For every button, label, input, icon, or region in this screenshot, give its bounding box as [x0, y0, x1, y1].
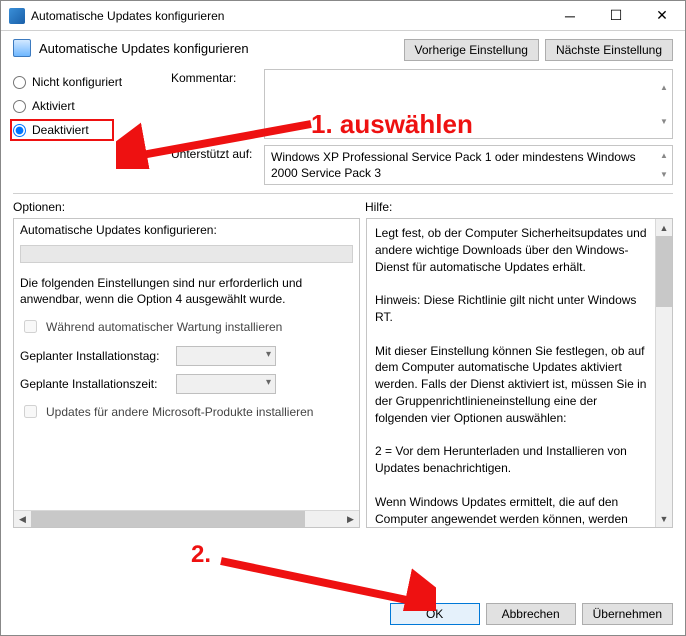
spin-down-icon[interactable]: ▼	[656, 104, 672, 138]
main-area: Nicht konfiguriert Aktiviert Deaktiviert…	[1, 61, 685, 528]
supported-label: Unterstützt auf:	[171, 145, 256, 161]
comment-row: Kommentar: ▲ ▼	[171, 69, 673, 139]
radio-disabled[interactable]: Deaktiviert	[13, 123, 163, 137]
radio-not-configured-input[interactable]	[13, 76, 26, 89]
spin-down-icon[interactable]: ▼	[656, 165, 672, 184]
help-header: Hilfe:	[365, 200, 392, 214]
chk-maintenance-label: Während automatischer Wartung installier…	[46, 320, 282, 334]
radio-disabled-label: Deaktiviert	[32, 123, 89, 137]
supported-spin[interactable]: ▲ ▼	[656, 146, 672, 184]
options-note: Die folgenden Einstellungen sind nur erf…	[20, 275, 353, 307]
radio-enabled-label: Aktiviert	[32, 99, 75, 113]
window-title: Automatische Updates konfigurieren	[31, 9, 547, 23]
chk-other-ms-input[interactable]	[24, 405, 37, 418]
radio-not-configured[interactable]: Nicht konfiguriert	[13, 75, 163, 89]
options-title: Automatische Updates konfigurieren:	[20, 223, 353, 237]
apply-button[interactable]: Übernehmen	[582, 603, 673, 625]
cancel-button[interactable]: Abbrechen	[486, 603, 576, 625]
supported-text: Windows XP Professional Service Pack 1 o…	[271, 150, 636, 180]
comment-spin[interactable]: ▲ ▼	[656, 70, 672, 138]
options-h-scrollbar[interactable]: ◀ ▶	[14, 510, 359, 527]
maximize-button[interactable]: ☐	[593, 1, 639, 30]
row-install-time: Geplante Installationszeit:	[20, 374, 353, 394]
window-controls: ─ ☐ ✕	[547, 1, 685, 30]
scroll-down-icon[interactable]: ▼	[656, 510, 672, 527]
install-day-label: Geplanter Installationstag:	[20, 349, 170, 363]
prev-setting-button[interactable]: Vorherige Einstellung	[404, 39, 539, 61]
help-pane: Legt fest, ob der Computer Sicherheitsup…	[366, 218, 673, 528]
scroll-track[interactable]	[656, 236, 672, 510]
install-day-dropdown[interactable]	[176, 346, 276, 366]
radio-enabled-input[interactable]	[13, 100, 26, 113]
scroll-thumb[interactable]	[31, 511, 305, 527]
install-time-label: Geplante Installationszeit:	[20, 377, 170, 391]
chk-maintenance-input[interactable]	[24, 320, 37, 333]
help-v-scrollbar[interactable]: ▲ ▼	[655, 219, 672, 527]
scroll-thumb[interactable]	[656, 236, 672, 307]
upper-panel: Nicht konfiguriert Aktiviert Deaktiviert…	[13, 69, 673, 185]
titlebar: Automatische Updates konfigurieren ─ ☐ ✕	[1, 1, 685, 31]
policy-header: Automatische Updates konfigurieren Vorhe…	[1, 31, 685, 61]
options-pane: Automatische Updates konfigurieren: Die …	[13, 218, 360, 528]
options-content: Automatische Updates konfigurieren: Die …	[14, 219, 359, 510]
lower-panel: Automatische Updates konfigurieren: Die …	[13, 218, 673, 528]
scroll-right-icon[interactable]: ▶	[342, 511, 359, 527]
state-radio-group: Nicht konfiguriert Aktiviert Deaktiviert	[13, 69, 163, 185]
ok-button[interactable]: OK	[390, 603, 480, 625]
nav-buttons: Vorherige Einstellung Nächste Einstellun…	[404, 39, 673, 61]
comment-textbox[interactable]: ▲ ▼	[264, 69, 673, 139]
supported-textbox: Windows XP Professional Service Pack 1 o…	[264, 145, 673, 185]
scroll-up-icon[interactable]: ▲	[656, 219, 672, 236]
next-setting-button[interactable]: Nächste Einstellung	[545, 39, 673, 61]
help-text: Legt fest, ob der Computer Sicherheitsup…	[367, 219, 655, 527]
radio-not-configured-label: Nicht konfiguriert	[32, 75, 122, 89]
scroll-left-icon[interactable]: ◀	[14, 511, 31, 527]
supported-row: Unterstützt auf: Windows XP Professional…	[171, 145, 673, 185]
lower-headers: Optionen: Hilfe:	[13, 200, 673, 214]
annotation-step2-text: 2.	[191, 541, 211, 569]
radio-enabled[interactable]: Aktiviert	[13, 99, 163, 113]
minimize-button[interactable]: ─	[547, 1, 593, 30]
row-install-day: Geplanter Installationstag:	[20, 346, 353, 366]
options-combo-disabled	[20, 245, 353, 263]
upper-right-col: Kommentar: ▲ ▼ Unterstützt auf: Windows …	[171, 69, 673, 185]
radio-disabled-input[interactable]	[13, 124, 26, 137]
spin-up-icon[interactable]: ▲	[656, 70, 672, 104]
dialog-footer: OK Abbrechen Übernehmen	[1, 595, 685, 635]
chk-other-ms[interactable]: Updates für andere Microsoft-Produkte in…	[20, 402, 353, 421]
scroll-track[interactable]	[31, 511, 342, 527]
policy-icon	[13, 39, 31, 57]
policy-app-icon	[9, 8, 25, 24]
chk-maintenance[interactable]: Während automatischer Wartung installier…	[20, 317, 353, 336]
spin-up-icon[interactable]: ▲	[656, 146, 672, 165]
comment-label: Kommentar:	[171, 69, 256, 85]
options-header: Optionen:	[13, 200, 365, 214]
policy-title: Automatische Updates konfigurieren	[39, 39, 396, 56]
install-time-dropdown[interactable]	[176, 374, 276, 394]
separator	[13, 193, 673, 194]
close-button[interactable]: ✕	[639, 1, 685, 30]
chk-other-ms-label: Updates für andere Microsoft-Produkte in…	[46, 405, 313, 419]
